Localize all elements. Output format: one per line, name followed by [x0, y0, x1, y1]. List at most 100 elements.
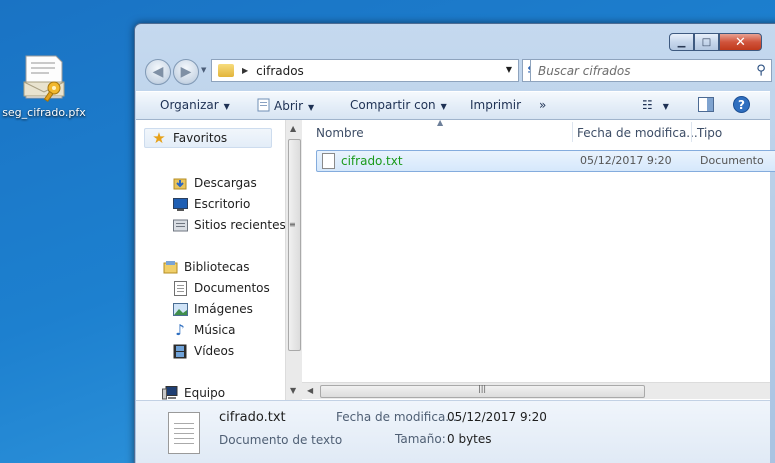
scroll-up-icon[interactable]: ▲ [290, 124, 296, 133]
caption-buttons: ▁ □ ✕ [669, 33, 762, 51]
star-icon: ★ [152, 129, 166, 147]
chevron-down-icon: ▼ [223, 102, 230, 111]
nav-item-recent[interactable]: Sitios recientes [172, 215, 286, 235]
downloads-folder-icon [172, 175, 188, 191]
nav-item-desktop[interactable]: Escritorio [172, 194, 250, 214]
close-button[interactable]: ✕ [719, 33, 762, 51]
nav-label: Favoritos [173, 131, 228, 145]
scroll-left-icon[interactable]: ◀ [307, 386, 313, 395]
minimize-button[interactable]: ▁ [669, 33, 694, 51]
maximize-button[interactable]: □ [694, 33, 719, 51]
more-label: » [539, 98, 547, 112]
column-header-date[interactable]: Fecha de modifica... [577, 126, 698, 140]
chevron-down-icon: ▼ [440, 102, 447, 111]
file-date: 05/12/2017 9:20 [580, 154, 672, 167]
nav-item-documents[interactable]: Documentos [172, 278, 270, 298]
nav-item-downloads[interactable]: Descargas [172, 173, 257, 193]
nav-item-libraries[interactable]: Bibliotecas [162, 257, 249, 277]
print-button[interactable]: Imprimir [470, 98, 521, 112]
nav-label: Descargas [194, 176, 257, 190]
nav-label: Equipo [184, 386, 226, 400]
desktop-icon [172, 196, 188, 212]
file-list-pane: Nombre ▲ Fecha de modifica... Tipo cifra… [302, 118, 775, 400]
film-strip-icon [172, 343, 188, 359]
search-box: ⚲ [530, 59, 772, 82]
back-button[interactable]: ◀ [145, 59, 171, 85]
file-name: cifrado.txt [341, 154, 403, 168]
navigation-pane-scrollbar[interactable]: ▲ ≡ ▼ [285, 120, 302, 400]
preview-pane-icon [698, 97, 714, 115]
computer-icon [162, 385, 178, 401]
nav-label: Escritorio [194, 197, 251, 211]
share-menu[interactable]: Compartir con ▼ [350, 98, 447, 112]
view-options-button[interactable]: ☷ ▼ [642, 98, 669, 112]
nav-item-images[interactable]: Imágenes [172, 299, 253, 319]
details-size-value: 0 bytes [447, 432, 492, 446]
details-file-name: cifrado.txt [219, 410, 286, 425]
details-pane: cifrado.txt Documento de texto Fecha de … [136, 400, 770, 463]
preview-pane-button[interactable] [698, 97, 714, 115]
breadcrumb-chevron-icon[interactable]: ▶ [242, 66, 248, 75]
desktop-icon-pfx[interactable]: seg_cifrado.pfx [2, 52, 86, 119]
navigation-pane: ★ Favoritos Descargas Escritorio Sitios … [136, 120, 287, 400]
file-row[interactable]: cifrado.txt 05/12/2017 9:20 Documento [316, 150, 775, 172]
content-area: ★ Favoritos Descargas Escritorio Sitios … [136, 118, 775, 400]
nav-label: Documentos [194, 281, 270, 295]
forward-button[interactable]: ▶ [173, 59, 199, 85]
back-arrow-icon: ◀ [152, 64, 164, 80]
notepad-icon [257, 98, 270, 112]
details-view-icon: ☷ [642, 98, 653, 112]
svg-text:?: ? [738, 98, 745, 112]
details-size-label: Tamaño: [395, 432, 446, 446]
recent-pages-dropdown[interactable]: ▼ [201, 66, 206, 74]
column-header-name[interactable]: Nombre [316, 126, 364, 140]
nav-item-favorites[interactable]: ★ Favoritos [144, 128, 272, 148]
sort-ascending-icon: ▲ [437, 118, 444, 127]
navigation-bar: ◀ ▶ ▼ ▶ cifrados ▼ ⇆ ⚲ [143, 57, 772, 85]
column-divider[interactable] [691, 122, 692, 142]
address-bar[interactable]: ▶ cifrados ▼ [211, 59, 519, 82]
forward-arrow-icon: ▶ [180, 64, 192, 80]
libraries-icon [162, 259, 178, 275]
chevron-down-icon: ▼ [662, 102, 669, 111]
scroll-grip-icon: ≡ [289, 220, 296, 229]
nav-item-videos[interactable]: Vídeos [172, 341, 234, 361]
address-dropdown-icon[interactable]: ▼ [506, 65, 512, 74]
share-label: Compartir con [350, 98, 436, 112]
column-header-type[interactable]: Tipo [697, 126, 722, 140]
documents-icon [172, 280, 188, 296]
folder-icon [218, 64, 234, 77]
details-file-type: Documento de texto [219, 433, 343, 447]
print-label: Imprimir [470, 98, 522, 112]
more-commands-button[interactable]: » [539, 98, 546, 112]
recent-places-icon [172, 217, 188, 233]
help-button[interactable]: ? [733, 96, 750, 116]
details-date-label: Fecha de modifica... [336, 410, 457, 424]
breadcrumb-cifrados[interactable]: cifrados [256, 64, 304, 78]
scrollbar-thumb[interactable] [288, 139, 301, 351]
scroll-down-icon[interactable]: ▼ [290, 386, 296, 395]
certificate-file-icon [20, 52, 68, 104]
help-icon: ? [733, 96, 750, 116]
nav-label: Vídeos [194, 344, 235, 358]
nav-label: Música [194, 323, 236, 337]
search-icon[interactable]: ⚲ [751, 63, 771, 78]
nav-label: Sitios recientes [194, 218, 286, 232]
organize-menu[interactable]: Organizar ▼ [160, 98, 230, 112]
details-date-value: 05/12/2017 9:20 [447, 410, 547, 424]
pictures-icon [172, 301, 188, 317]
scroll-grip-icon: ||| [478, 384, 487, 393]
close-icon: ✕ [735, 34, 746, 50]
nav-label: Bibliotecas [184, 260, 250, 274]
open-menu[interactable]: Abrir ▼ [257, 98, 314, 113]
nav-item-music[interactable]: ♪ Música [172, 320, 236, 340]
music-note-icon: ♪ [175, 321, 185, 339]
search-input[interactable] [538, 61, 751, 80]
column-divider[interactable] [572, 122, 573, 142]
maximize-icon: □ [701, 36, 712, 48]
text-file-large-icon [168, 412, 200, 454]
file-type: Documento [700, 154, 764, 167]
explorer-window: ▁ □ ✕ ◀ ▶ ▼ ▶ cifrados ▼ ⇆ ⚲ Organizar ▼ … [134, 23, 775, 463]
file-list-horizontal-scrollbar[interactable]: ◀ ||| [302, 382, 770, 399]
organize-label: Organizar [160, 98, 219, 112]
